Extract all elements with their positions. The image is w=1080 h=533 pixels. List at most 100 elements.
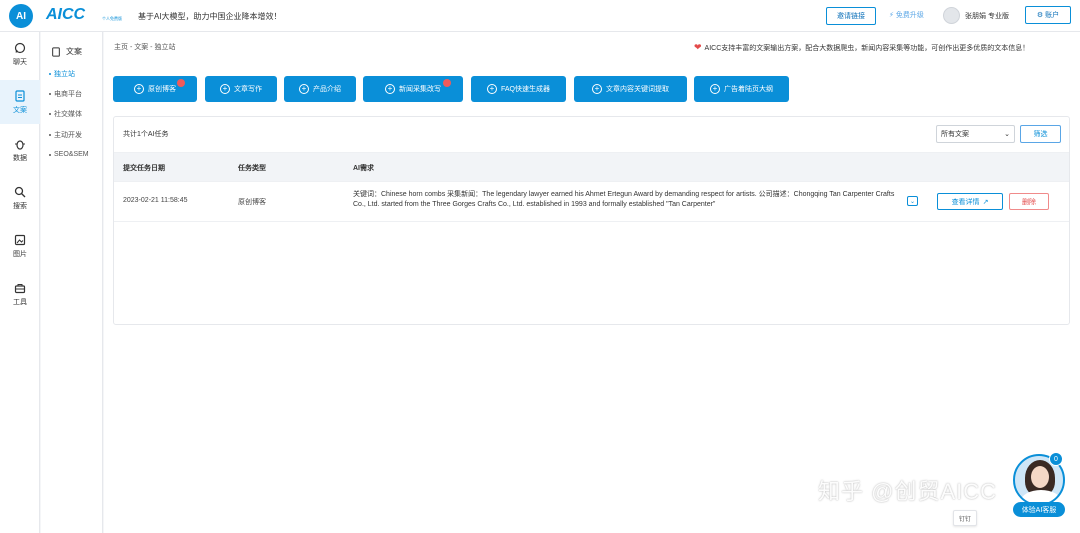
column-header-requirement: AI需求 — [353, 165, 374, 172]
free-upgrade-label: 免费升级 — [895, 12, 924, 19]
account-button[interactable]: ⚙ 账户 — [1025, 6, 1071, 24]
plus-circle-icon: + — [592, 84, 602, 94]
plus-circle-icon: + — [134, 84, 144, 94]
brand-logo-text[interactable]: AICC — [46, 6, 85, 24]
toolbox-icon — [14, 283, 26, 293]
news-rewrite-button[interactable]: + 新闻采集改写 — [363, 76, 463, 102]
nav-item-chat[interactable]: 聊天 — [0, 32, 40, 76]
nav-label-image: 图片 — [13, 250, 27, 258]
plus-circle-icon: + — [486, 84, 497, 94]
tool-label: 文章写作 — [234, 86, 262, 93]
bullet-icon — [49, 113, 51, 115]
subnav-item-seo-sem[interactable]: SEO&SEM — [49, 151, 89, 158]
tool-label: 新闻采集改写 — [399, 86, 441, 93]
tool-label: 原创博客 — [148, 86, 176, 93]
task-date: 2023-02-21 11:58:45 — [123, 197, 188, 204]
chevron-down-icon: ⌄ — [1004, 131, 1010, 138]
task-count: 共计1个AI任务 — [123, 131, 169, 138]
pin-button[interactable]: 钉钉 — [953, 510, 977, 526]
tool-label: FAQ快速生成器 — [500, 86, 550, 93]
view-details-button[interactable]: 查看详情 ↗ — [937, 193, 1003, 210]
free-upgrade-link[interactable]: ⚡ 免费升级 — [889, 10, 924, 20]
task-requirement: 关键词：Chinese horn combs 采集新闻：The legendar… — [353, 191, 895, 208]
keyword-extract-button[interactable]: + 文章内容关键词提取 — [574, 76, 687, 102]
account-label: 账户 — [1045, 12, 1060, 19]
app-logo-icon[interactable]: AI — [9, 4, 33, 28]
product-intro-button[interactable]: + 产品介绍 — [284, 76, 356, 102]
subnav-item-label: 主动开发 — [54, 132, 82, 139]
subnav-item-social-media[interactable]: 社交媒体 — [49, 109, 82, 119]
tool-label: 文章内容关键词提取 — [606, 86, 669, 93]
copy-type-select[interactable]: 所有文案 ⌄ — [936, 125, 1015, 143]
subnav-title-label: 文案 — [66, 47, 82, 56]
subnav-item-ecommerce[interactable]: 电商平台 — [49, 89, 82, 99]
expand-chevron-icon[interactable]: ⌄ — [907, 196, 918, 206]
feature-notice: ❤ AICC支持丰富的文案输出方案，配合大数据爬虫，新闻内容采集等功能，可创作出… — [694, 42, 1029, 53]
avatar-face — [1031, 466, 1049, 488]
support-unread-badge: 0 — [1049, 452, 1063, 466]
nav-label-search: 搜索 — [13, 202, 27, 210]
subnav-item-label: 电商平台 — [54, 91, 82, 98]
ai-support-button[interactable]: 体验AI客服 — [1013, 502, 1065, 517]
landing-page-outline-button[interactable]: + 广告着陆页大纲 — [694, 76, 789, 102]
plus-circle-icon: + — [385, 84, 395, 94]
nav-item-copywriting[interactable]: 文案 — [0, 80, 40, 124]
detail-label: 查看详情 — [951, 198, 980, 206]
heart-icon: ❤ — [694, 42, 702, 52]
bullet-icon — [49, 134, 51, 136]
subnav-item-outreach[interactable]: 主动开发 — [49, 130, 82, 140]
select-value: 所有文案 — [941, 131, 969, 138]
main-content: 主页 - 文案 - 独立站 ❤ AICC支持丰富的文案输出方案，配合大数据爬虫，… — [104, 32, 1080, 533]
watermark: 知乎 @创贸AICC — [818, 479, 998, 504]
task-type: 原创博客 — [238, 199, 266, 206]
nav-item-search[interactable]: 搜索 — [0, 176, 40, 220]
bullet-icon — [49, 73, 51, 75]
subnav-item-label: 独立站 — [54, 71, 75, 78]
left-icon-nav: 聊天 文案 数据 搜索 图片 工具 — [0, 32, 40, 533]
original-blog-button[interactable]: + 原创博客 — [113, 76, 197, 102]
subnav-item-independent-site[interactable]: 独立站 — [49, 69, 75, 79]
table-header: 提交任务日期 任务类型 AI需求 — [114, 152, 1069, 182]
subnav-item-label: SEO&SEM — [54, 151, 89, 158]
task-panel: 共计1个AI任务 所有文案 ⌄ 筛选 提交任务日期 任务类型 AI需求 2023… — [113, 116, 1070, 325]
invite-link-button[interactable]: 邀请链接 — [826, 7, 876, 25]
plus-circle-icon: + — [220, 84, 230, 94]
plus-circle-icon: + — [299, 84, 309, 94]
notice-text: AICC支持丰富的文案输出方案，配合大数据爬虫，新闻内容采集等功能，可创作出更多… — [704, 44, 1030, 52]
bug-icon — [15, 139, 25, 150]
sub-nav: 文案 独立站 电商平台 社交媒体 主动开发 SEO&SEM — [41, 32, 103, 533]
column-header-date: 提交任务日期 — [123, 165, 165, 172]
gear-icon: ⚙ — [1036, 12, 1044, 19]
whatsapp-icon — [14, 42, 26, 53]
tool-label: 产品介绍 — [313, 86, 341, 93]
search-icon — [14, 186, 26, 197]
nav-label-tools: 工具 — [13, 298, 27, 306]
table-row: 2023-02-21 11:58:45 原创博客 关键词：Chinese hor… — [114, 182, 1069, 222]
document-icon — [52, 46, 60, 57]
hot-badge-icon — [443, 79, 451, 87]
subnav-title: 文案 — [51, 46, 82, 57]
nav-label-data: 数据 — [13, 154, 27, 162]
breadcrumb[interactable]: 主页 - 文案 - 独立站 — [114, 42, 175, 52]
faq-generator-button[interactable]: + FAQ快速生成器 — [471, 76, 566, 102]
column-header-type: 任务类型 — [238, 165, 266, 172]
bullet-icon — [49, 153, 51, 156]
nav-item-tools[interactable]: 工具 — [0, 272, 40, 316]
hot-badge-icon — [177, 79, 185, 87]
user-avatar[interactable] — [943, 7, 960, 24]
subnav-item-label: 社交媒体 — [54, 111, 82, 118]
bullet-icon — [49, 93, 51, 95]
filter-button[interactable]: 筛选 — [1020, 125, 1061, 143]
tool-label: 广告着陆页大纲 — [724, 86, 773, 93]
delete-button[interactable]: 删除 — [1009, 193, 1049, 210]
image-icon — [14, 234, 26, 245]
user-name-label[interactable]: 张朋娟 专业版 — [965, 11, 1009, 21]
nav-item-image[interactable]: 图片 — [0, 224, 40, 268]
article-writing-button[interactable]: + 文章写作 — [205, 76, 277, 102]
nav-item-data[interactable]: 数据 — [0, 128, 40, 172]
header-slogan: 基于AI大模型，助力中国企业降本增效！ — [138, 12, 282, 21]
external-link-icon: ↗ — [982, 198, 989, 206]
plus-circle-icon: + — [710, 84, 720, 94]
document-icon — [15, 89, 25, 102]
top-header: AI AICC 个人免费版 基于AI大模型，助力中国企业降本增效！ 邀请链接 ⚡… — [0, 0, 1080, 32]
